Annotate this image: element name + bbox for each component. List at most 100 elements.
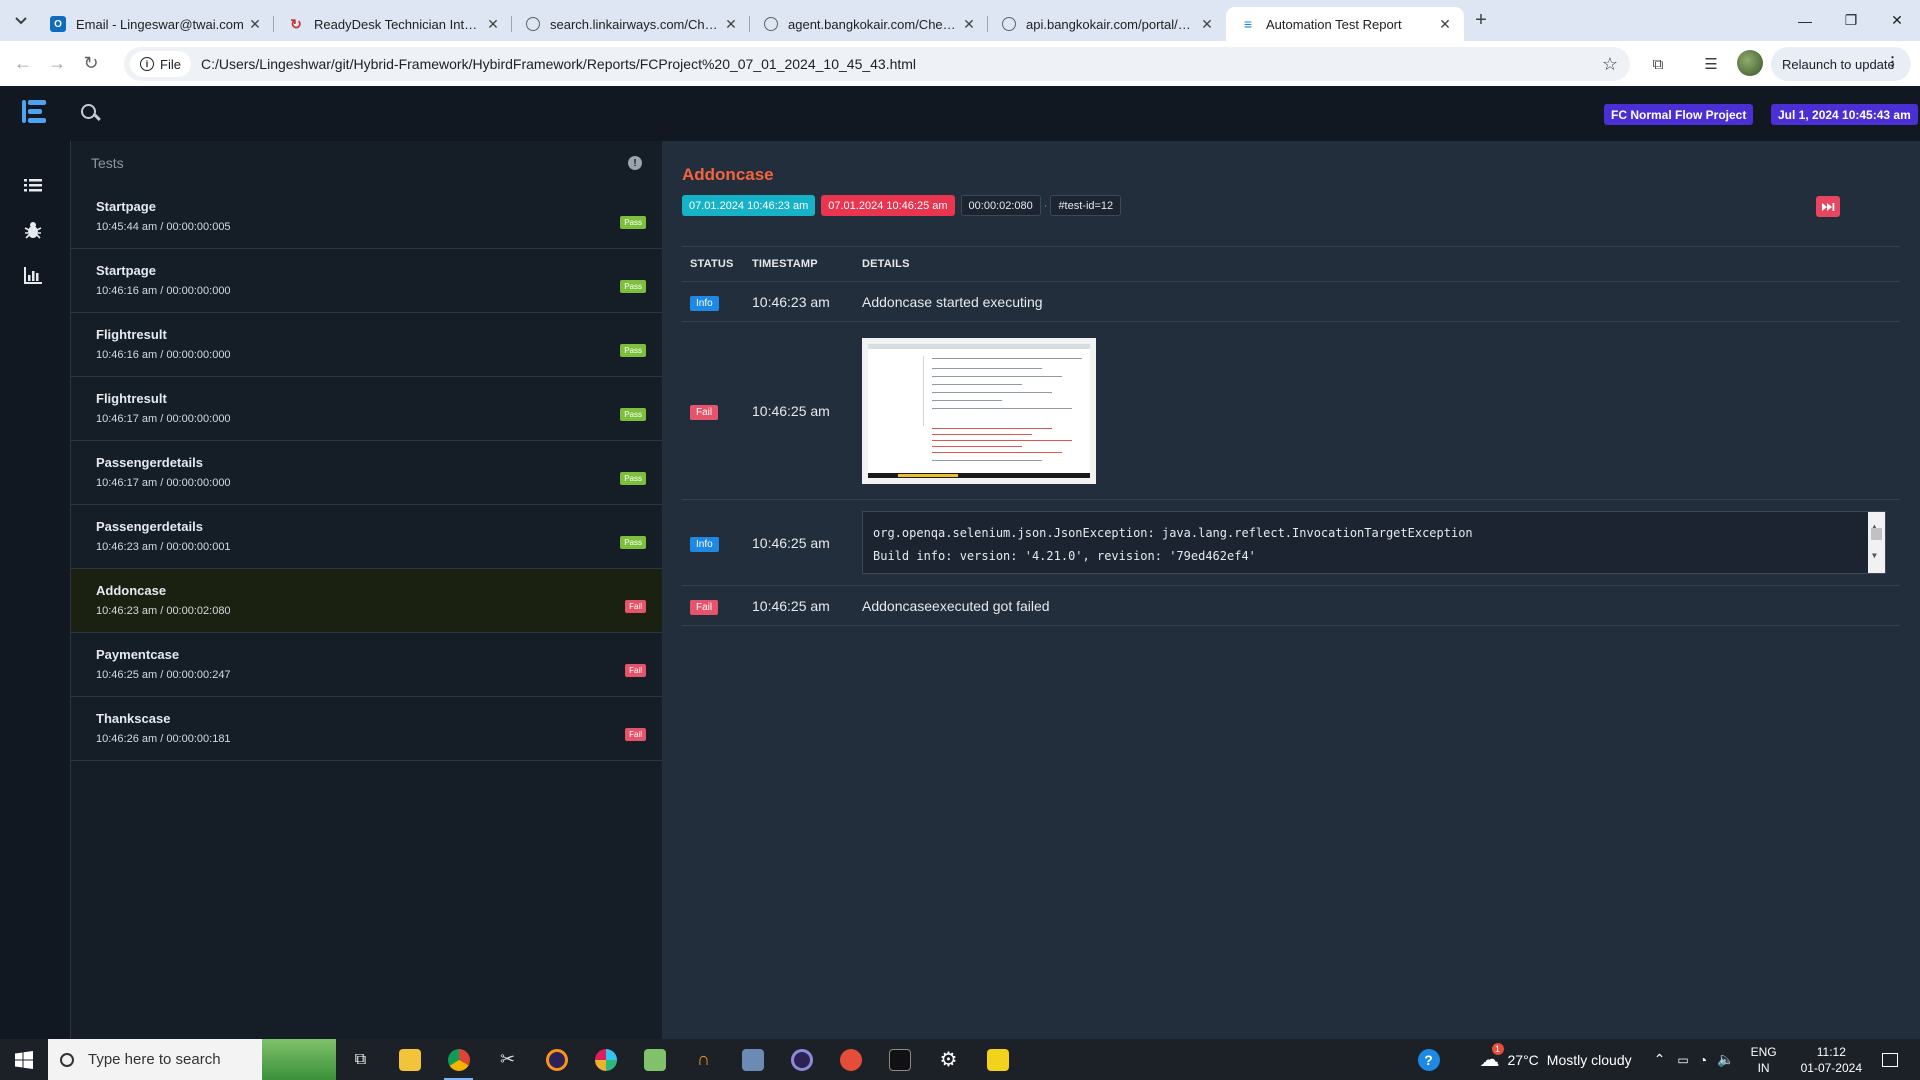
chevron-down-icon [15, 16, 27, 24]
close-tab-icon[interactable]: ✕ [484, 16, 502, 33]
log-details: Addoncase started executing [862, 293, 1043, 310]
profile-avatar[interactable] [1737, 50, 1763, 76]
forward-icon[interactable]: → [40, 47, 74, 81]
browser-tab[interactable]: search.linkairways.com/CheckB ✕ [512, 7, 750, 41]
test-list-item[interactable]: Passengerdetails 10:46:23 am / 00:00:00:0… [71, 505, 662, 569]
slack-icon[interactable] [581, 1039, 630, 1080]
volume-icon[interactable]: 🔈 [1717, 1051, 1734, 1068]
test-title: Addoncase [682, 165, 774, 184]
language-indicator[interactable]: ENG IN [1751, 1044, 1777, 1076]
dashboard-chart-icon[interactable] [22, 264, 44, 286]
log-timestamp: 10:46:25 am [752, 597, 830, 614]
exception-code-block[interactable]: org.openqa.selenium.json.JsonException: … [862, 511, 1886, 574]
test-list-item[interactable]: Flightresult 10:46:16 am / 00:00:00:000 Pa… [71, 313, 662, 377]
restore-icon[interactable]: ❐ [1828, 0, 1874, 41]
browser-tab-active[interactable]: ≡ Automation Test Report ✕ [1226, 7, 1464, 41]
battery-icon[interactable]: ▭ [1677, 1053, 1688, 1067]
scroll-down-icon[interactable]: ▼ [1872, 544, 1877, 567]
sticky-notes-icon[interactable] [973, 1039, 1022, 1080]
browser-tab[interactable]: api.bangkokair.com/portal/Che ✕ [988, 7, 1226, 41]
minimize-icon[interactable]: — [1782, 0, 1828, 41]
settings-gear-icon[interactable]: ⚙ [924, 1039, 973, 1080]
extensions-icon[interactable]: ⧉ [1647, 53, 1669, 75]
wps-office-icon[interactable] [826, 1039, 875, 1080]
status-badge: Pass [620, 536, 646, 549]
browser-tab[interactable]: O Email - Lingeswar@twai.com ✕ [36, 7, 274, 41]
status-badge: Pass [620, 472, 646, 485]
close-tab-icon[interactable]: ✕ [1436, 16, 1454, 33]
test-list-icon[interactable] [22, 174, 44, 196]
taskbar-search-box[interactable]: Type here to search [48, 1039, 336, 1080]
bug-icon[interactable] [22, 219, 44, 241]
info-icon: i [140, 57, 154, 71]
test-name: Passengerdetails [96, 519, 203, 534]
search-icon[interactable] [80, 103, 102, 125]
chrome-icon[interactable] [434, 1039, 483, 1080]
close-tab-icon[interactable]: ✕ [1198, 16, 1216, 33]
relaunch-to-update-button[interactable]: Relaunch to update ⋮ [1771, 47, 1911, 81]
notification-icon[interactable] [1882, 1052, 1898, 1067]
back-icon[interactable]: ← [6, 47, 40, 81]
test-list-item[interactable]: Startpage 10:46:16 am / 00:00:00:000 Pass [71, 249, 662, 313]
test-list-item[interactable]: Passengerdetails 10:46:17 am / 00:00:00:0… [71, 441, 662, 505]
globe-icon [764, 17, 778, 31]
close-tab-icon[interactable]: ✕ [960, 16, 978, 33]
weather-cloud-icon[interactable]: ☁ 1 [1480, 1043, 1504, 1072]
test-list-item[interactable]: Paymentcase 10:46:25 am / 00:00:00:247 Fai… [71, 633, 662, 697]
site-info-chip[interactable]: i File [130, 51, 191, 77]
terminal-icon[interactable] [875, 1039, 924, 1080]
more-menu-icon[interactable]: ⋮ [1886, 54, 1899, 70]
status-badge: Fail [625, 728, 646, 741]
close-tab-icon[interactable]: ✕ [246, 16, 264, 33]
test-time-duration: 10:46:26 am / 00:00:00:181 [96, 733, 231, 745]
eclipse-icon[interactable] [532, 1039, 581, 1080]
bookmark-star-icon[interactable]: ☆ [1602, 54, 1618, 75]
next-failed-button[interactable] [1816, 196, 1840, 217]
weather-text[interactable]: Mostly cloudy [1547, 1052, 1632, 1068]
file-explorer-icon[interactable] [385, 1039, 434, 1080]
new-tab-button[interactable]: + [1464, 9, 1498, 32]
reload-icon[interactable]: ↻ [74, 47, 108, 81]
test-name: Startpage [96, 263, 156, 278]
status-badge: Pass [620, 216, 646, 229]
close-window-icon[interactable]: ✕ [1874, 0, 1920, 41]
test-time-duration: 10:46:16 am / 00:00:00:000 [96, 349, 231, 361]
test-list-item[interactable]: Addoncase 10:46:23 am / 00:00:02:080 Fail [71, 569, 662, 633]
column-details: DETAILS [862, 258, 910, 270]
test-name: Paymentcase [96, 647, 180, 662]
media-controls-icon[interactable]: ☰ [1700, 53, 1722, 75]
test-list-item[interactable]: Flightresult 10:46:17 am / 00:00:00:000 Pa… [71, 377, 662, 441]
clock[interactable]: 11:12 01-07-2024 [1801, 1044, 1862, 1076]
windows-start-icon[interactable] [0, 1039, 48, 1080]
code-scrollbar[interactable]: ▲ ▼ [1868, 512, 1885, 573]
calculator-icon[interactable] [728, 1039, 777, 1080]
browser-tab[interactable]: ↻ ReadyDesk Technician Interface ✕ [274, 7, 512, 41]
task-view-icon[interactable]: ⧉ [336, 1039, 385, 1080]
outlook-icon: O [50, 16, 66, 32]
close-tab-icon[interactable]: ✕ [722, 16, 740, 33]
browser-tab[interactable]: agent.bangkokair.com/CheckBo ✕ [750, 7, 988, 41]
log-row: Info 10:46:23 am Addoncase started execu… [682, 282, 1900, 322]
test-detail-panel: Addoncase 07.01.2024 10:46:23 am 07.01.2… [662, 141, 1920, 1039]
url-text[interactable]: C:/Users/Lingeshwar/git/Hybrid-Framework… [201, 56, 916, 72]
status-badge: Pass [620, 408, 646, 421]
notepad-icon[interactable] [630, 1039, 679, 1080]
wifi-icon[interactable]: ◔ [1699, 1052, 1707, 1068]
test-name: Thankscase [96, 711, 171, 726]
code-line: org.openqa.selenium.json.JsonException: … [873, 526, 1473, 540]
failure-screenshot-thumbnail[interactable] [862, 337, 1096, 484]
address-bar[interactable]: i File C:/Users/Lingeshwar/git/Hybrid-Fr… [124, 47, 1630, 81]
info-icon[interactable]: ! [628, 156, 642, 170]
headset-app-icon[interactable]: ∩ [679, 1039, 728, 1080]
tab-search-button[interactable] [6, 6, 36, 36]
code-line: Build info: version: '4.21.0', revision:… [873, 549, 1256, 563]
snipping-tool-icon[interactable]: ✂ [483, 1039, 532, 1080]
eclipse-alt-icon[interactable] [777, 1039, 826, 1080]
system-tray: ? ☁ 1 27°C Mostly cloudy ⌃ ▭ ◔ 🔈 ENG IN 1… [1417, 1039, 1920, 1080]
test-list-item[interactable]: Thankscase 10:46:26 am / 00:00:00:181 Fail [71, 697, 662, 761]
test-list-item[interactable]: Startpage 10:45:44 am / 00:00:00:005 Pass [71, 185, 662, 249]
weather-temp[interactable]: 27°C [1508, 1052, 1539, 1068]
help-icon[interactable]: ? [1417, 1048, 1440, 1071]
show-hidden-icons-icon[interactable]: ⌃ [1654, 1051, 1666, 1068]
test-time-duration: 10:46:17 am / 00:00:00:000 [96, 413, 231, 425]
